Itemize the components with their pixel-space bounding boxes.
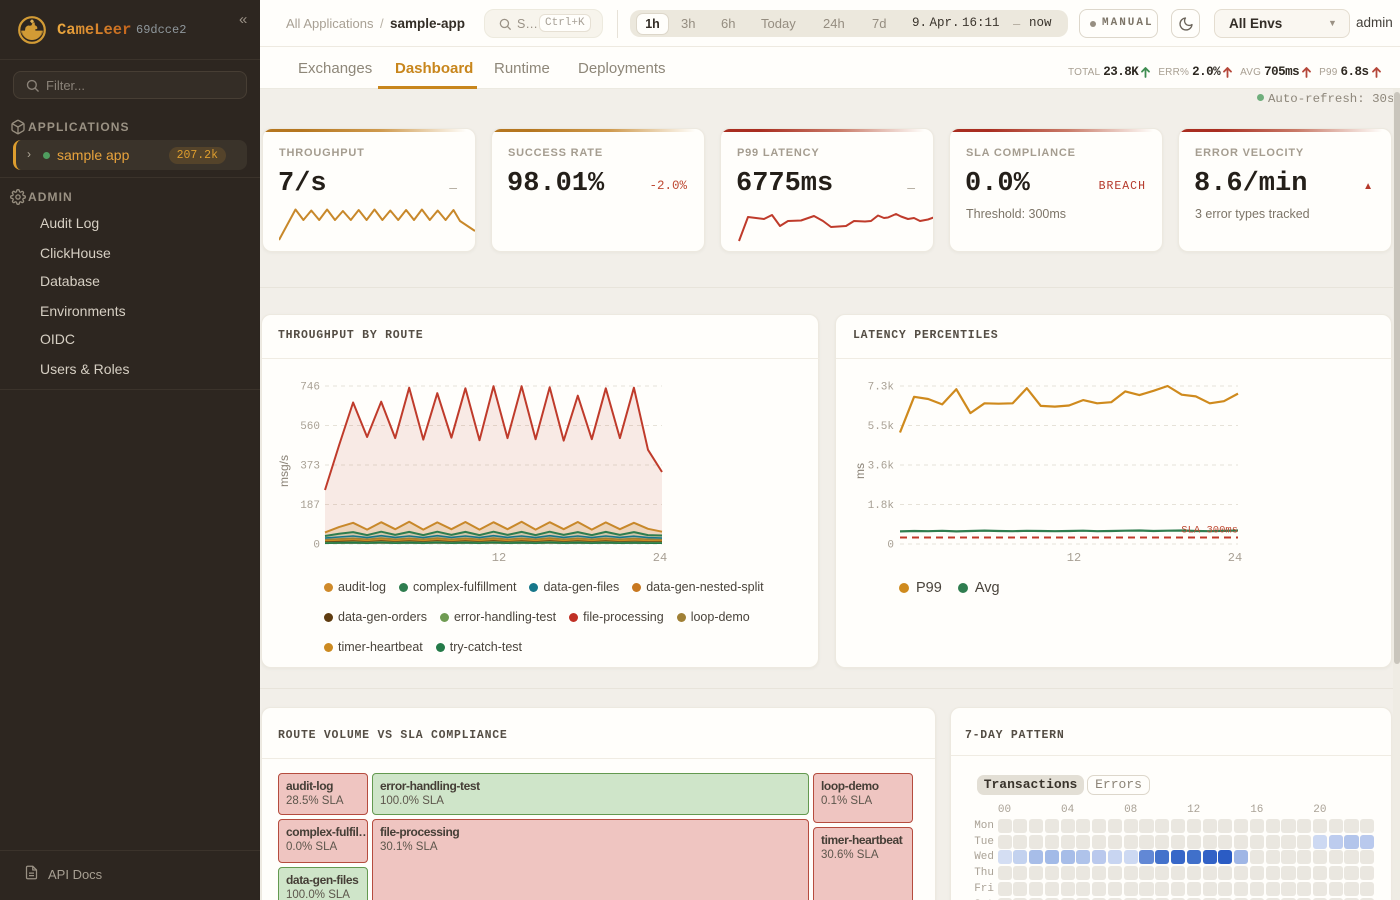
svg-text:0: 0 xyxy=(887,540,894,552)
svg-text:msg/s: msg/s xyxy=(277,455,291,487)
svg-text:12: 12 xyxy=(1067,551,1081,565)
svg-text:1.8k: 1.8k xyxy=(868,500,895,512)
svg-text:5.5k: 5.5k xyxy=(868,421,895,433)
svg-text:3.6k: 3.6k xyxy=(868,461,895,473)
svg-text:12: 12 xyxy=(492,551,506,565)
svg-text:7.3k: 7.3k xyxy=(868,382,895,394)
svg-text:746: 746 xyxy=(300,382,320,394)
svg-text:187: 187 xyxy=(300,500,320,512)
svg-text:0: 0 xyxy=(313,540,320,552)
svg-text:24: 24 xyxy=(653,551,667,565)
svg-text:SLA 300ms: SLA 300ms xyxy=(1181,525,1238,537)
svg-text:560: 560 xyxy=(300,421,320,433)
svg-text:373: 373 xyxy=(300,461,320,473)
svg-text:24: 24 xyxy=(1228,551,1242,565)
svg-text:ms: ms xyxy=(853,463,867,479)
